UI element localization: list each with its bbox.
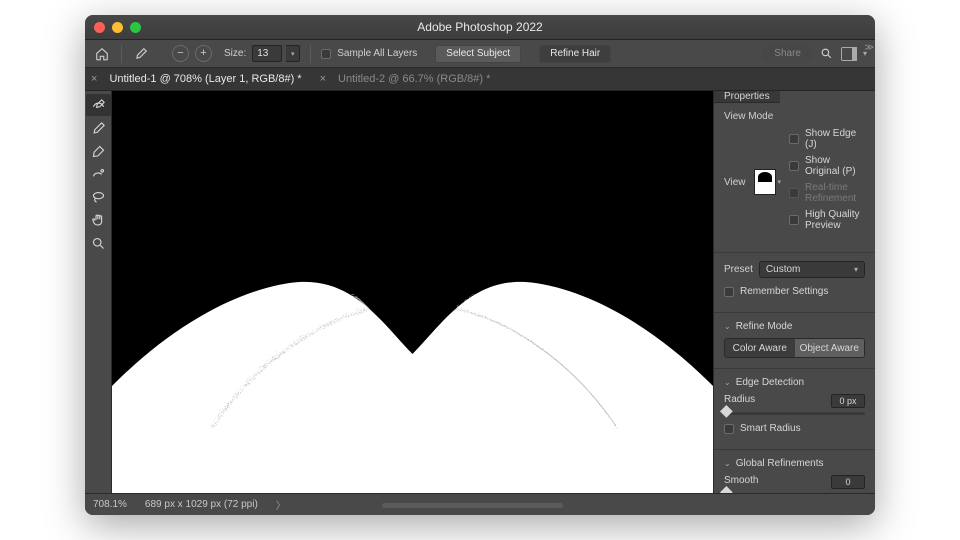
radius-slider[interactable] — [724, 412, 865, 415]
window-title: Adobe Photoshop 2022 — [85, 20, 875, 34]
chevron-down-icon: ⌄ — [724, 378, 731, 387]
smooth-label: Smooth — [724, 475, 758, 489]
view-menu-chevron-icon[interactable]: ▾ — [778, 178, 782, 186]
show-edge-checkbox[interactable] — [789, 134, 799, 144]
remember-settings-checkbox[interactable] — [724, 287, 734, 297]
titlebar-disclosure-icon[interactable]: ≫ — [865, 42, 874, 53]
workspace-mode-icon[interactable] — [841, 47, 857, 61]
radius-value-input[interactable]: 0 px — [831, 394, 865, 408]
document-tabs: × Untitled-1 @ 708% (Layer 1, RGB/8#) * … — [85, 68, 875, 91]
close-tab-2-button[interactable]: × — [318, 73, 328, 85]
preset-label: Preset — [724, 264, 753, 275]
tab-1[interactable]: Untitled-1 @ 708% (Layer 1, RGB/8#) * — [109, 73, 301, 85]
document-dims: 689 px x 1029 px (72 ppi) — [145, 499, 258, 510]
preset-dropdown[interactable]: Custom — [759, 261, 865, 278]
radius-label: Radius — [724, 394, 755, 408]
app-window: Adobe Photoshop 2022 ≫ − + Size: 13 ▾ Sa… — [85, 15, 875, 515]
view-mode-heading: View Mode — [724, 111, 865, 122]
view-label: View — [724, 177, 746, 188]
brush-tool-icon-2[interactable] — [86, 140, 111, 162]
status-caret-icon[interactable]: 〉 — [276, 497, 286, 512]
brush-minus-button[interactable]: − — [172, 45, 189, 62]
edge-detection-toggle[interactable]: ⌄ Edge Detection — [724, 377, 865, 388]
high-quality-preview-label: High Quality Preview — [805, 209, 865, 231]
zoom-tool-icon[interactable] — [86, 232, 111, 254]
chevron-down-icon: ⌄ — [724, 322, 731, 331]
refine-hair-button[interactable]: Refine Hair — [539, 45, 611, 63]
status-bar: 708.1% 689 px x 1029 px (72 ppi) 〉 — [85, 493, 875, 515]
refine-mode-heading: Refine Mode — [736, 321, 793, 332]
minimize-window-button[interactable] — [112, 22, 123, 33]
hand-tool-icon[interactable] — [86, 209, 111, 231]
chevron-down-icon: ⌄ — [724, 459, 731, 468]
smart-radius-checkbox[interactable] — [724, 424, 734, 434]
size-label: Size: — [224, 48, 246, 59]
search-icon[interactable] — [819, 46, 835, 62]
show-original-checkbox[interactable] — [789, 161, 799, 171]
size-input[interactable]: 13 — [252, 45, 282, 62]
quick-select-tool-icon[interactable] — [86, 94, 111, 116]
high-quality-preview-checkbox[interactable] — [789, 215, 799, 225]
edge-detection-heading: Edge Detection — [736, 377, 804, 388]
refine-brush-tool-icon[interactable] — [86, 117, 111, 139]
color-aware-button[interactable]: Color Aware — [725, 339, 795, 357]
size-dropdown[interactable]: ▾ — [286, 45, 300, 62]
options-bar: − + Size: 13 ▾ Sample All Layers Select … — [85, 40, 875, 68]
properties-panel: Properties View Mode View ▾ Show Edge (J… — [713, 91, 875, 493]
share-button[interactable]: Share — [762, 45, 813, 63]
show-original-label: Show Original (P) — [805, 155, 865, 177]
sample-brush-tool-icon[interactable] — [86, 163, 111, 185]
zoom-window-button[interactable] — [130, 22, 141, 33]
select-subject-button[interactable]: Select Subject — [435, 45, 521, 63]
global-refinements-heading: Global Refinements — [736, 458, 824, 469]
show-edge-label: Show Edge (J) — [805, 128, 865, 150]
canvas[interactable] — [112, 91, 713, 493]
sample-all-layers-label: Sample All Layers — [337, 48, 417, 59]
zoom-level[interactable]: 708.1% — [93, 499, 127, 510]
global-refinements-toggle[interactable]: ⌄ Global Refinements — [724, 458, 865, 469]
smooth-value-input[interactable]: 0 — [831, 475, 865, 489]
close-tab-1-button[interactable]: × — [89, 73, 99, 85]
refine-mode-toggle[interactable]: ⌄ Refine Mode — [724, 321, 865, 332]
sample-all-layers-checkbox[interactable] — [321, 49, 331, 59]
realtime-refinement-label: Real-time Refinement — [805, 182, 865, 204]
home-icon[interactable] — [93, 45, 111, 63]
remember-settings-label: Remember Settings — [740, 286, 828, 297]
properties-tab[interactable]: Properties — [714, 91, 780, 103]
object-aware-button[interactable]: Object Aware — [795, 339, 865, 357]
mask-preview — [112, 223, 713, 493]
titlebar: Adobe Photoshop 2022 ≫ — [85, 15, 875, 40]
tool-palette — [85, 91, 112, 493]
view-thumbnail-button[interactable] — [754, 169, 776, 195]
smart-radius-label: Smart Radius — [740, 423, 801, 434]
brush-tool-icon[interactable] — [132, 45, 150, 63]
brush-plus-button[interactable]: + — [195, 45, 212, 62]
tab-2[interactable]: Untitled-2 @ 66.7% (RGB/8#) * — [338, 73, 490, 85]
realtime-refinement-checkbox — [789, 188, 799, 198]
lasso-tool-icon[interactable] — [86, 186, 111, 208]
close-window-button[interactable] — [94, 22, 105, 33]
